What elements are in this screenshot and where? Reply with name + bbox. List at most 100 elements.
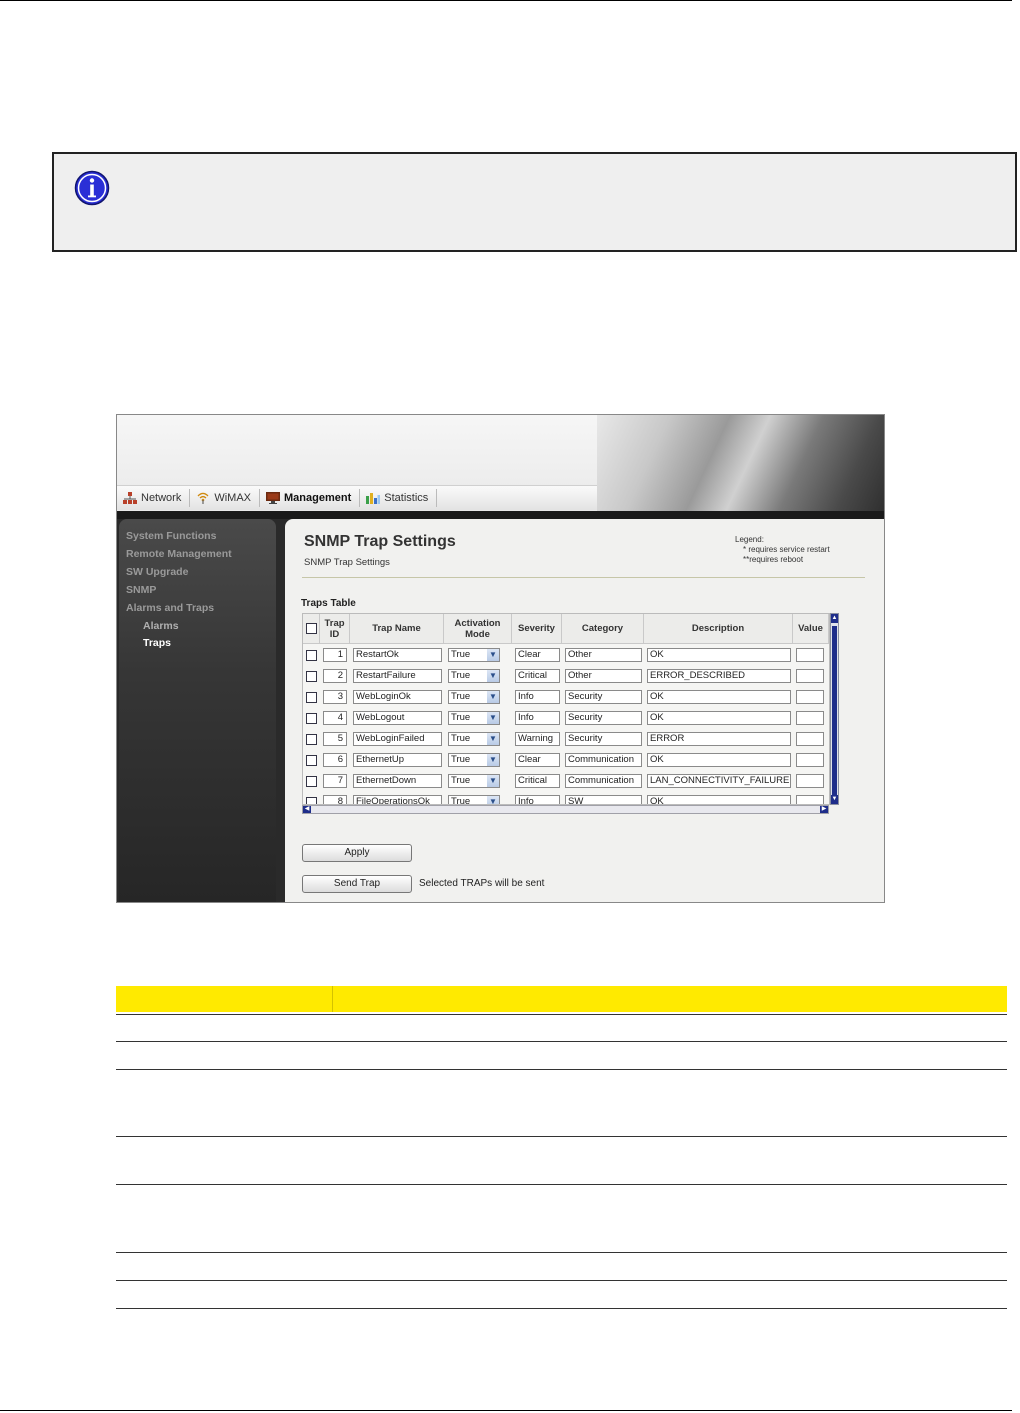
chevron-down-icon[interactable]: ▼ [487,775,499,787]
sidebar-item-system-functions[interactable]: System Functions [126,530,216,542]
activation-mode-select[interactable]: True ▼ [448,648,500,662]
chevron-down-icon[interactable]: ▼ [487,670,499,682]
activation-mode-select[interactable]: True ▼ [448,774,500,788]
row-select-checkbox[interactable] [306,776,317,787]
table-vertical-scrollbar[interactable]: ▲ ▼ [830,613,839,805]
chevron-down-icon[interactable]: ▼ [487,691,499,703]
trap-description-field[interactable]: OK [647,795,791,804]
trap-description-field[interactable]: ERROR [647,732,791,746]
activation-mode-select[interactable]: True ▼ [448,732,500,746]
trap-id-field[interactable]: 5 [323,732,347,746]
header-description: Description [644,614,793,644]
activation-mode-select[interactable]: True ▼ [448,711,500,725]
trap-name-field[interactable]: WebLoginOk [353,690,442,704]
trap-category-field[interactable]: Other [565,669,642,683]
trap-category-field[interactable]: Communication [565,774,642,788]
activation-mode-select[interactable]: True ▼ [448,753,500,767]
trap-severity-field[interactable]: Clear [515,753,560,767]
nav-item-network[interactable]: Network [117,489,191,507]
trap-description-field[interactable]: OK [647,690,791,704]
trap-name-field[interactable]: RestartFailure [353,669,442,683]
trap-category-field[interactable]: Security [565,732,642,746]
sidebar-item-snmp[interactable]: SNMP [126,584,156,596]
trap-category-field[interactable]: Communication [565,753,642,767]
header-trap-name: Trap Name [350,614,444,644]
trap-value-field[interactable] [796,753,824,767]
trap-description-field[interactable]: LAN_CONNECTIVITY_FAILURE [647,774,791,788]
trap-severity-field[interactable]: Clear [515,648,560,662]
trap-category-field[interactable]: SW [565,795,642,804]
trap-severity-field[interactable]: Warning [515,732,560,746]
trap-severity-field[interactable]: Info [515,795,560,804]
chevron-down-icon[interactable]: ▼ [487,796,499,804]
row-select-checkbox[interactable] [306,755,317,766]
trap-description-field[interactable]: OK [647,753,791,767]
trap-description-field[interactable]: OK [647,648,791,662]
row-select-checkbox[interactable] [306,734,317,745]
trap-severity-field[interactable]: Critical [515,669,560,683]
trap-id-field[interactable]: 4 [323,711,347,725]
trap-id-field[interactable]: 7 [323,774,347,788]
trap-value-field[interactable] [796,732,824,746]
nav-item-management[interactable]: Management [260,489,361,507]
activation-mode-select[interactable]: True ▼ [448,690,500,704]
trap-value-field[interactable] [796,711,824,725]
sidebar-item-sw-upgrade[interactable]: SW Upgrade [126,566,188,578]
trap-value-field[interactable] [796,795,824,804]
chevron-down-icon[interactable]: ▼ [487,754,499,766]
chevron-down-icon[interactable]: ▼ [487,733,499,745]
scroll-left-icon[interactable]: ◀ [303,806,311,813]
row-select-checkbox[interactable] [306,650,317,661]
trap-name-field[interactable]: WebLoginFailed [353,732,442,746]
row-select-checkbox[interactable] [306,671,317,682]
table-horizontal-scrollbar[interactable]: ◀ ▶ [302,805,829,814]
sidebar-item-alarms-and-traps[interactable]: Alarms and Traps [126,602,214,614]
trap-name-field[interactable]: WebLogout [353,711,442,725]
trap-id-field[interactable]: 8 [323,795,347,805]
apply-button[interactable]: Apply [302,844,412,862]
trap-name-field[interactable]: RestartOk [353,648,442,662]
trap-value-field[interactable] [796,669,824,683]
sidebar-subitem-alarms[interactable]: Alarms [143,620,179,632]
trap-severity-field[interactable]: Info [515,711,560,725]
row-select-checkbox[interactable] [306,692,317,703]
trap-id-field[interactable]: 6 [323,753,347,767]
scroll-down-icon[interactable]: ▼ [831,795,838,804]
trap-category-field[interactable]: Security [565,690,642,704]
activation-mode-select[interactable]: True ▼ [448,669,500,683]
sidebar-subitem-traps[interactable]: Traps [143,637,171,649]
trap-name-field[interactable]: EthernetDown [353,774,442,788]
nav-item-statistics[interactable]: Statistics [360,489,438,507]
trap-id-value: 8 [337,796,343,805]
trap-name-value: WebLoginOk [356,691,411,702]
trap-id-field[interactable]: 2 [323,669,347,683]
row-select-checkbox[interactable] [306,713,317,724]
trap-value-field[interactable] [796,774,824,788]
trap-category-field[interactable]: Other [565,648,642,662]
activation-mode-select[interactable]: True ▼ [448,795,500,804]
scroll-right-icon[interactable]: ▶ [820,806,828,813]
send-trap-button[interactable]: Send Trap [302,875,412,893]
sidebar-item-remote-management[interactable]: Remote Management [126,548,232,560]
trap-category-field[interactable]: Security [565,711,642,725]
scroll-up-icon[interactable]: ▲ [831,614,838,623]
select-all-checkbox[interactable] [305,623,317,634]
trap-description-field[interactable]: ERROR_DESCRIBED [647,669,791,683]
trap-value-field[interactable] [796,648,824,662]
nav-item-wimax[interactable]: WiMAX [190,489,261,507]
scroll-thumb[interactable] [832,626,837,796]
trap-severity-field[interactable]: Critical [515,774,560,788]
trap-id-field[interactable]: 3 [323,690,347,704]
trap-id-field[interactable]: 1 [323,648,347,662]
row-select-checkbox[interactable] [306,797,317,804]
trap-description-value: OK [650,649,664,660]
nav-item-label: Management [284,492,352,504]
trap-value-field[interactable] [796,690,824,704]
chevron-down-icon[interactable]: ▼ [487,649,499,661]
trap-severity-field[interactable]: Info [515,690,560,704]
trap-description-field[interactable]: OK [647,711,791,725]
chevron-down-icon[interactable]: ▼ [487,712,499,724]
trap-name-field[interactable]: EthernetUp [353,753,442,767]
trap-name-field[interactable]: FileOperationsOk [353,795,442,804]
trap-severity-value: Warning [518,733,554,744]
